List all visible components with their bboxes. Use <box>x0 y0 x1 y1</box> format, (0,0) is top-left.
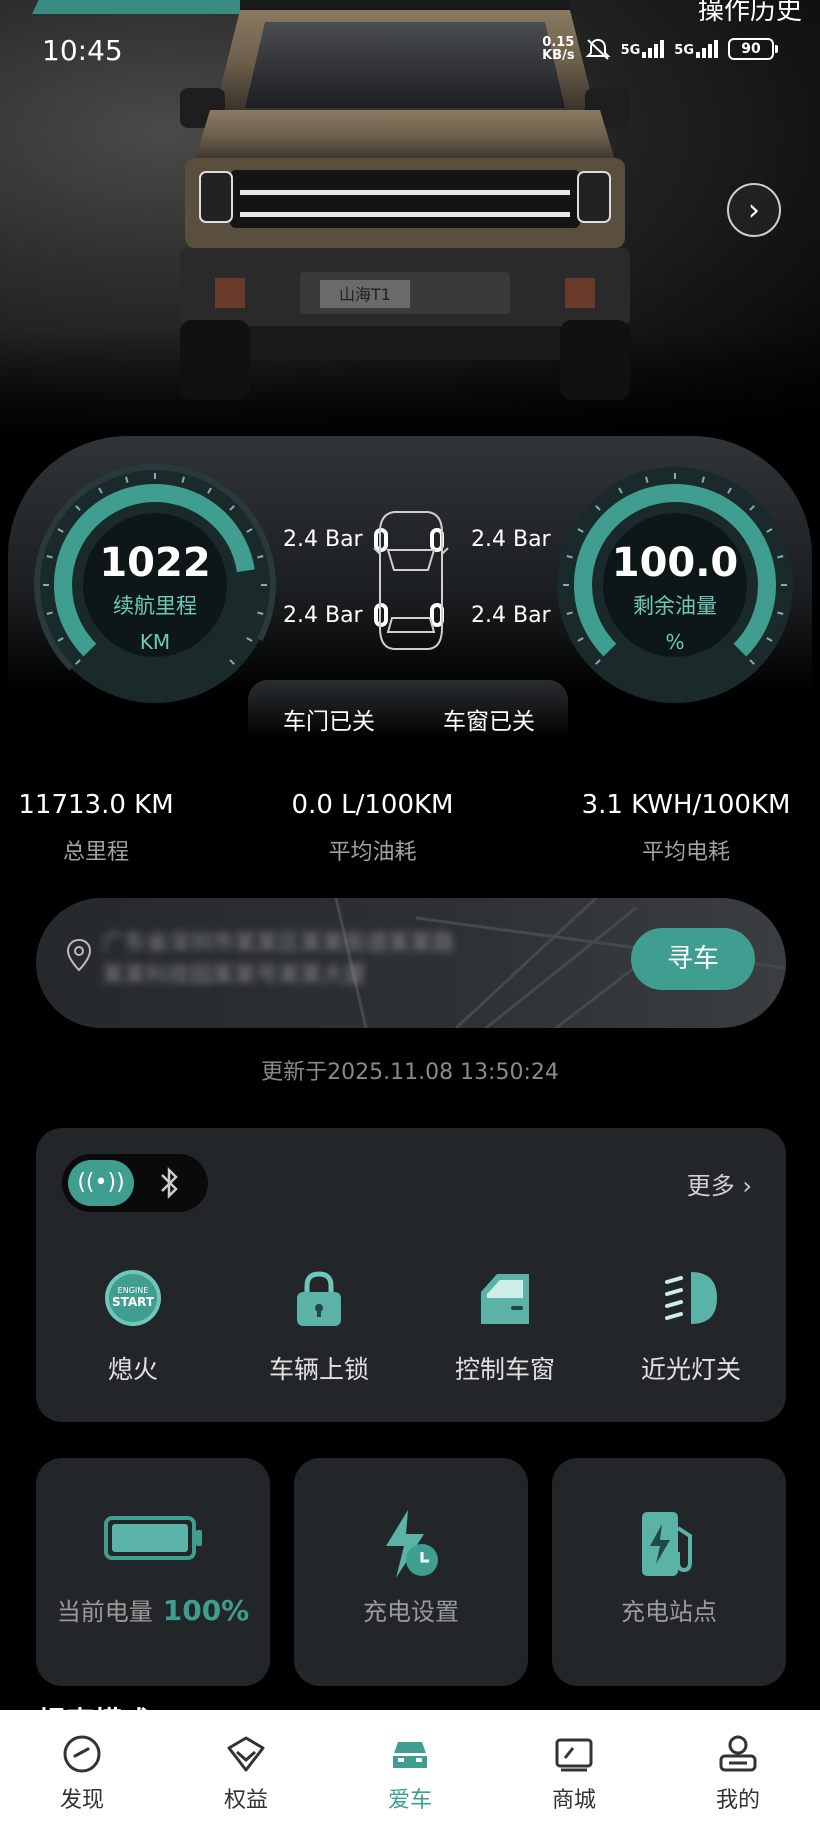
network-speed: 0.15 KB/s <box>542 35 575 63</box>
range-gauge: 1022 续航里程 KM <box>30 460 280 710</box>
network-mode-button[interactable]: ((•)) <box>68 1160 134 1206</box>
low-beam-button[interactable]: 近光灯关 <box>606 1268 776 1386</box>
nav-profile[interactable]: 我的 <box>656 1710 820 1822</box>
location-address: 广东省深圳市某某区某某街道某某路 某某科技园某某号某某大厦 <box>102 931 455 988</box>
charging-settings-tile[interactable]: 充电设置 <box>294 1458 528 1686</box>
benefits-icon <box>227 1736 265 1772</box>
engine-start-icon: ENGINE START <box>105 1270 161 1326</box>
battery-icon <box>104 1516 202 1560</box>
nav-benefits[interactable]: 权益 <box>164 1710 328 1822</box>
status-icons: 0.15 KB/s 5G 5G 90 <box>542 35 778 63</box>
nav-discover[interactable]: 发现 <box>0 1710 164 1822</box>
operation-history-link[interactable]: 操作历史 <box>698 0 802 27</box>
bluetooth-icon[interactable] <box>154 1166 184 1200</box>
lock-icon <box>297 1271 341 1326</box>
tire-pressure-rear-right: 2.4 Bar <box>471 603 551 628</box>
svg-text:ENGINE: ENGINE <box>118 1286 149 1295</box>
vehicle-location-card[interactable]: 广东省深圳市某某区某某街道某某路 某某科技园某某号某某大厦 寻车 <box>36 898 786 1028</box>
find-car-button[interactable]: 寻车 <box>631 928 755 990</box>
fuel-label: 剩余油量 <box>633 594 717 618</box>
door-status: 车门已关 <box>283 709 375 735</box>
charging-station-icon <box>642 1512 692 1576</box>
location-updated-time: 更新于2025.11.08 13:50:24 <box>261 1060 559 1085</box>
location-pin-icon <box>66 938 92 972</box>
broadcast-icon: ((•)) <box>77 1170 125 1195</box>
status-bar: 10:45 0.15 KB/s 5G 5G 90 <box>0 28 820 72</box>
range-label: 续航里程 <box>113 594 197 618</box>
bottom-navigation: 发现 权益 爱车 商城 我的 <box>0 1710 820 1822</box>
tire-pressure-rear-left: 2.4 Bar <box>283 603 363 628</box>
tire-pressure-front-left: 2.4 Bar <box>283 527 363 552</box>
svg-text:山海T1: 山海T1 <box>339 285 391 304</box>
stat-avg-fuel: 0.0 L/100KM 平均油耗 <box>291 790 454 865</box>
charging-settings-label: 充电设置 <box>363 1598 459 1626</box>
window-control-button[interactable]: 控制车窗 <box>420 1268 590 1386</box>
engine-stop-button[interactable]: ENGINE START 熄火 <box>48 1268 218 1386</box>
charging-stations-tile[interactable]: 充电站点 <box>552 1458 786 1686</box>
charging-settings-icon <box>386 1510 438 1578</box>
more-controls-link[interactable]: 更多 › <box>687 1166 752 1201</box>
car-icon <box>393 1742 427 1768</box>
car-window-icon <box>481 1274 529 1324</box>
mute-bell-icon <box>585 38 610 60</box>
nav-my-car[interactable]: 爱车 <box>328 1710 492 1822</box>
remote-control-card: ((•)) 更多 › ENGINE START 熄火 车辆上锁 控制车窗 近光灯… <box>36 1128 786 1422</box>
mall-icon <box>555 1738 593 1772</box>
signal-sim2: 5G <box>674 40 718 58</box>
status-time: 10:45 <box>42 34 123 67</box>
tire-pressure-front-right: 2.4 Bar <box>471 527 551 552</box>
svg-text:START: START <box>112 1295 155 1309</box>
battery-level-value: 100% <box>162 1594 250 1627</box>
profile-icon <box>719 1735 757 1772</box>
next-vehicle-button[interactable]: › <box>727 183 781 237</box>
battery-level-tile[interactable]: 当前电量 100% <box>36 1458 270 1686</box>
chevron-right-icon: › <box>742 1172 752 1200</box>
stat-total-mileage: 11713.0 KM 总里程 <box>18 790 174 865</box>
connection-mode-toggle[interactable]: ((•)) <box>62 1154 208 1212</box>
nav-mall[interactable]: 商城 <box>492 1710 656 1822</box>
discover-icon <box>63 1735 101 1773</box>
car-topview-icon <box>373 511 449 650</box>
range-value: 1022 <box>99 540 211 586</box>
fuel-value: 100.0 <box>611 540 739 586</box>
fuel-gauge: 100.0 剩余油量 % <box>550 460 800 710</box>
range-unit: KM <box>139 630 171 654</box>
stat-avg-power: 3.1 KWH/100KM 平均电耗 <box>581 790 791 865</box>
battery-indicator: 90 <box>728 38 778 60</box>
charging-stations-label: 充电站点 <box>621 1598 717 1626</box>
lock-vehicle-button[interactable]: 车辆上锁 <box>234 1268 404 1386</box>
low-beam-icon <box>665 1272 717 1324</box>
battery-level-label: 当前电量 100% <box>56 1594 250 1627</box>
chevron-right-icon: › <box>748 192 760 228</box>
fuel-unit: % <box>665 630 685 654</box>
signal-sim1: 5G <box>621 40 665 58</box>
window-status: 车窗已关 <box>443 709 535 735</box>
